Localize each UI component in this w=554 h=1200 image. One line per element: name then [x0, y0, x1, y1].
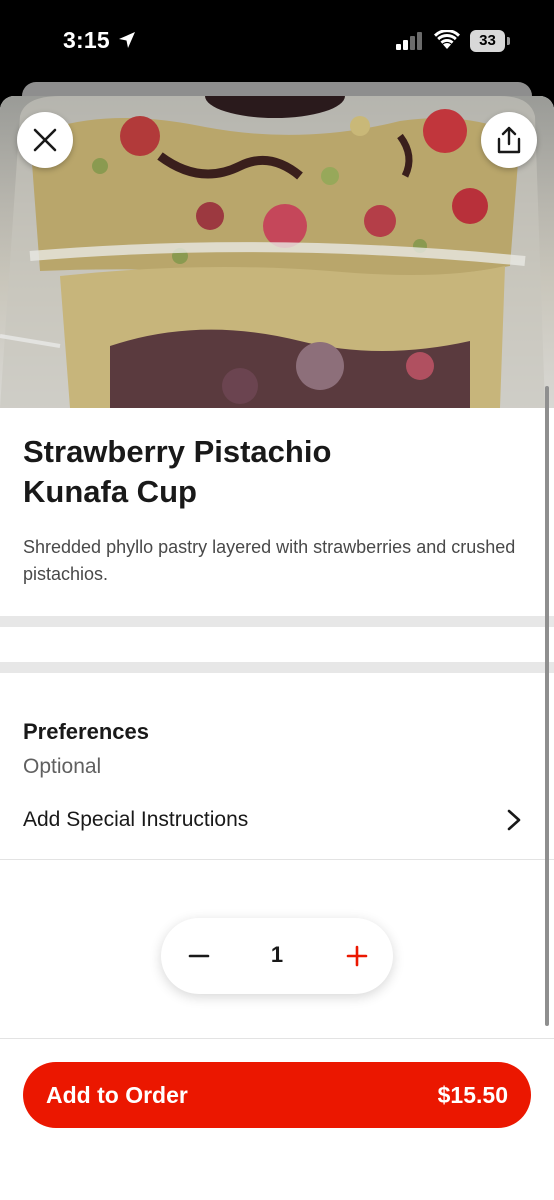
special-instructions-label: Add Special Instructions [23, 808, 249, 831]
item-title: Strawberry Pistachio Kunafa Cup [23, 434, 332, 509]
plus-icon [346, 945, 368, 967]
row-divider [0, 859, 554, 860]
preferences-title: Preferences [23, 719, 149, 744]
special-instructions-row[interactable]: Add Special Instructions [0, 796, 554, 860]
battery-icon: 33 [470, 30, 510, 52]
footer-divider [0, 1038, 554, 1039]
quantity-value: 1 [270, 942, 284, 967]
wifi-icon [434, 30, 460, 49]
share-button[interactable] [481, 112, 537, 168]
status-bar: 3:15 33 [0, 0, 554, 84]
dessert-cup-image [0, 96, 545, 408]
item-photo [0, 96, 554, 408]
section-divider [0, 662, 554, 673]
chevron-right-icon [507, 809, 521, 831]
status-time: 3:15 [63, 27, 110, 53]
battery-level: 33 [479, 32, 496, 49]
close-button[interactable] [17, 112, 73, 168]
minus-icon [188, 954, 210, 958]
order-price: $15.50 [437, 1082, 508, 1108]
location-arrow-icon [119, 32, 135, 48]
cellular-signal-icon [396, 32, 422, 50]
add-to-order-label: Add to Order [46, 1082, 188, 1108]
scrollbar[interactable] [545, 386, 549, 1026]
preferences-optional-label: Optional [23, 755, 102, 778]
add-to-order-button[interactable]: Add to Order $15.50 [23, 1062, 531, 1128]
item-description: Shredded phyllo pastry layered with stra… [23, 537, 516, 584]
share-icon [497, 126, 521, 154]
decrease-quantity-button[interactable] [175, 932, 223, 980]
item-detail-sheet: Strawberry Pistachio Kunafa Cup Shredded… [0, 96, 554, 1200]
increase-quantity-button[interactable] [333, 932, 381, 980]
section-divider [0, 616, 554, 627]
close-icon [33, 128, 57, 152]
quantity-stepper: 1 [161, 918, 393, 994]
